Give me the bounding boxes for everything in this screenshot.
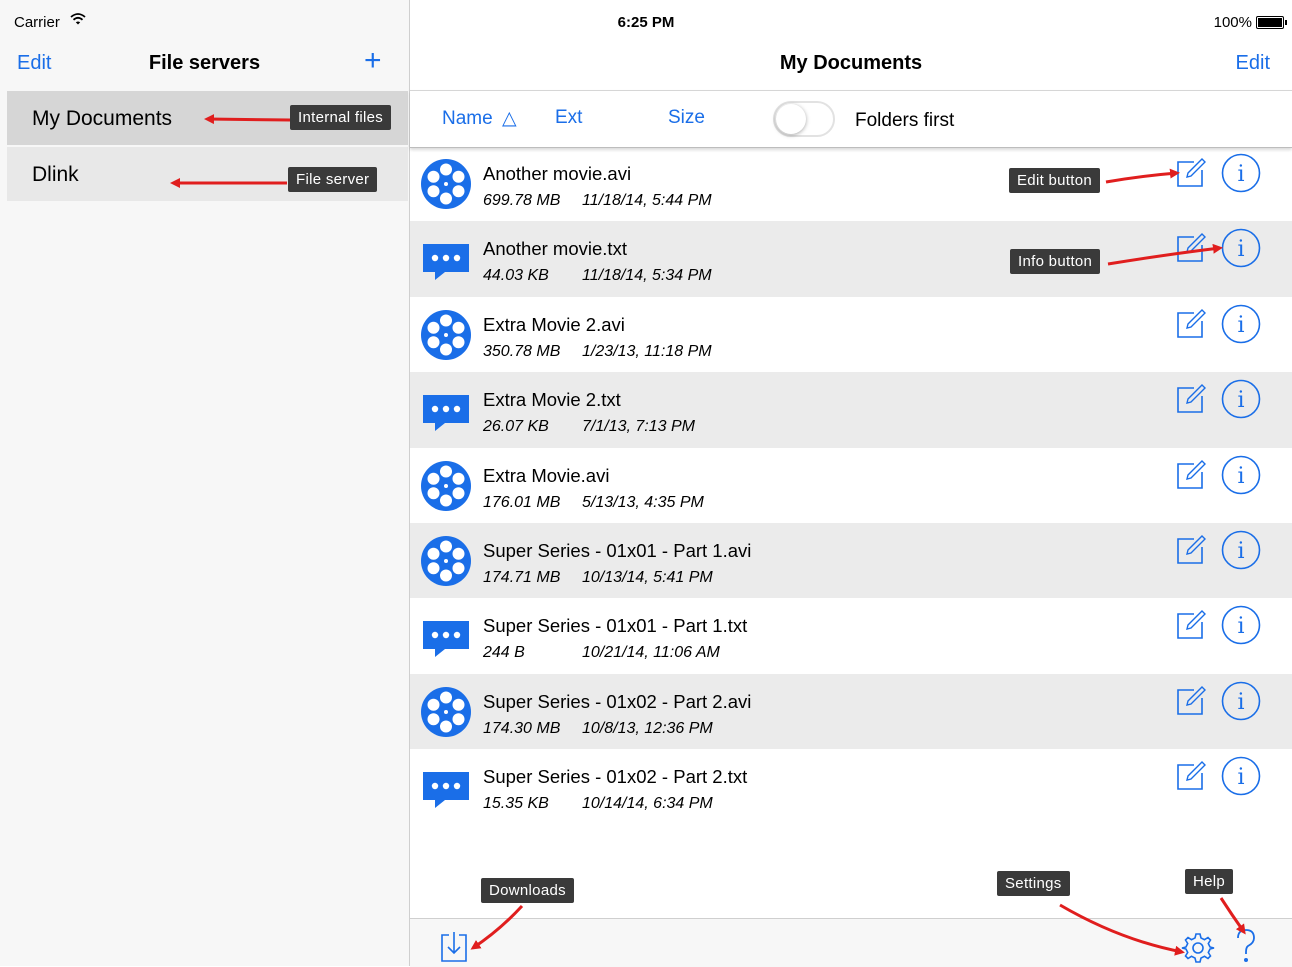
internal-files-arrow (204, 114, 291, 125)
settings-arrow (1059, 903, 1185, 956)
downloads-arrow (470, 904, 524, 950)
help-arrow (1219, 897, 1246, 935)
downloads-tag: Downloads (481, 878, 574, 903)
settings-tag: Settings (997, 871, 1070, 896)
info-button-tag: Info button (1010, 249, 1101, 274)
annotation-arrows (170, 114, 1246, 956)
file-server-tag: File server (288, 167, 378, 192)
edit-button-arrow (1105, 168, 1180, 184)
help-tag: Help (1185, 869, 1234, 894)
internal-files-tag: Internal files (290, 105, 392, 130)
info-button-arrow (1107, 243, 1223, 266)
edit-button-tag: Edit button (1009, 168, 1101, 193)
